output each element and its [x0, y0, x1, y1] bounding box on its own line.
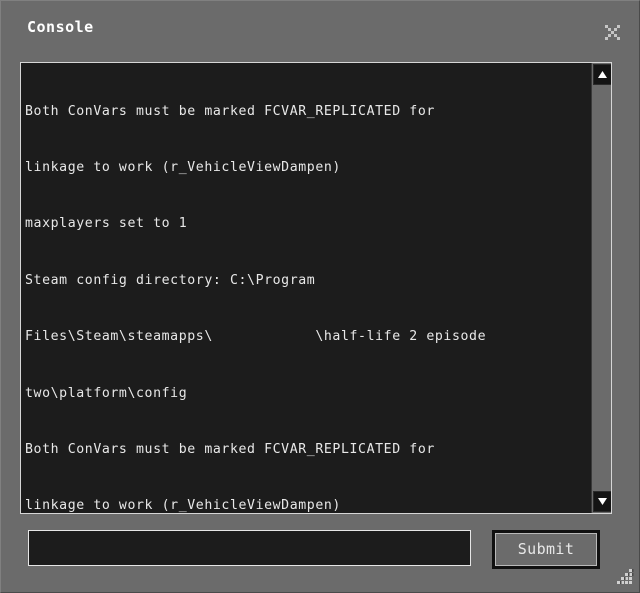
- title-bar[interactable]: Console: [1, 1, 640, 49]
- close-icon[interactable]: [599, 19, 625, 45]
- console-line: Both ConVars must be marked FCVAR_REPLIC…: [25, 103, 435, 119]
- scroll-up-arrow-icon[interactable]: [593, 64, 611, 85]
- console-line: Files\Steam\steamapps\ \half-life 2 epis…: [25, 329, 487, 345]
- console-window: Console Both ConVars must be marked FCVA…: [0, 0, 640, 593]
- console-line: linkage to work (r_VehicleViewDampen): [25, 159, 341, 175]
- resize-grip-icon[interactable]: [613, 565, 637, 589]
- console-scrollbar[interactable]: [591, 63, 611, 513]
- scrollbar-track[interactable]: [592, 85, 611, 491]
- console-line: Steam config directory: C:\Program: [25, 272, 316, 288]
- console-line: two\platform\config: [25, 385, 188, 401]
- submit-button[interactable]: Submit: [492, 530, 600, 569]
- console-log: Both ConVars must be marked FCVAR_REPLIC…: [25, 65, 591, 514]
- console-line: Both ConVars must be marked FCVAR_REPLIC…: [25, 441, 435, 457]
- window-title: Console: [27, 18, 94, 36]
- submit-button-label: Submit: [517, 540, 575, 558]
- command-input[interactable]: [28, 530, 471, 566]
- scroll-down-arrow-icon[interactable]: [593, 491, 611, 512]
- console-line: linkage to work (r_VehicleViewDampen): [25, 498, 341, 514]
- console-line: maxplayers set to 1: [25, 216, 188, 232]
- console-output-panel[interactable]: Both ConVars must be marked FCVAR_REPLIC…: [20, 62, 612, 514]
